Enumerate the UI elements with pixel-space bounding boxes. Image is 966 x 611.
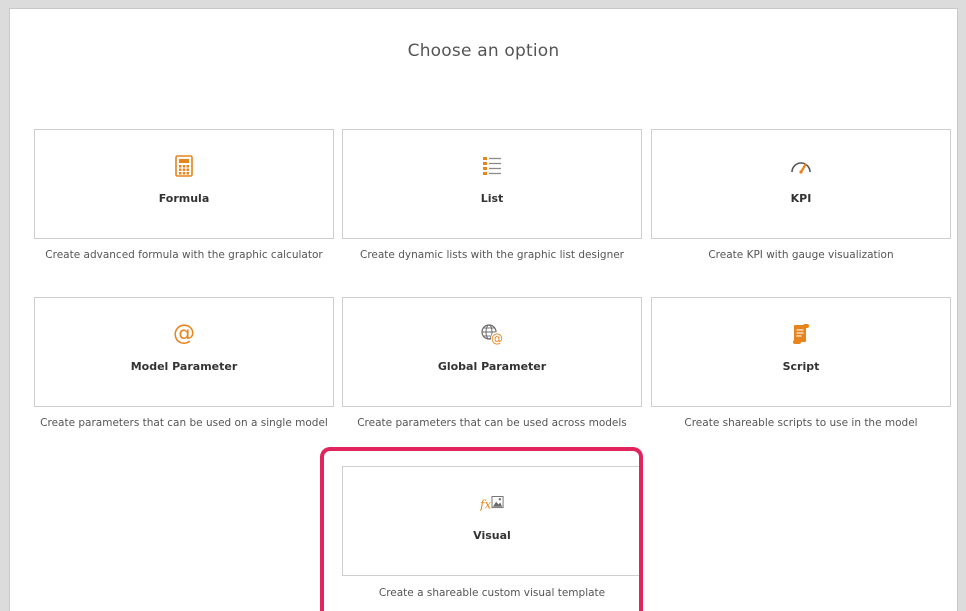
option-description: Create a shareable custom visual templat… (378, 587, 606, 599)
option-script[interactable]: Script (651, 297, 951, 407)
at-sign-icon: @ (173, 321, 195, 346)
option-kpi[interactable]: KPI (651, 129, 951, 239)
option-label: Model Parameter (130, 360, 238, 373)
option-description: Create parameters that can be used on a … (40, 417, 328, 429)
globe-at-icon: @ (480, 322, 504, 346)
option-label: Global Parameter (437, 360, 547, 373)
option-global-parameter[interactable]: @ Global Parameter (342, 297, 642, 407)
script-scroll-icon (789, 322, 813, 346)
option-formula[interactable]: Formula (34, 129, 334, 239)
option-description: Create KPI with gauge visualization (708, 249, 894, 261)
page-title: Choose an option (407, 41, 560, 61)
option-description: Create parameters that can be used acros… (357, 417, 627, 429)
list-icon (480, 154, 504, 178)
option-label: Visual (473, 529, 511, 542)
svg-text:fx: fx (480, 498, 491, 512)
option-label: List (480, 192, 504, 205)
option-description: Create shareable scripts to use in the m… (684, 417, 918, 429)
option-label: Formula (158, 192, 210, 205)
option-model-parameter[interactable]: @ Model Parameter (34, 297, 334, 407)
option-label: KPI (790, 192, 812, 205)
option-visual[interactable]: fx Visual (342, 466, 642, 576)
gauge-icon (789, 154, 813, 178)
svg-text:@: @ (491, 332, 503, 346)
calculator-icon (172, 154, 196, 178)
option-label: Script (782, 360, 820, 373)
choose-option-dialog: Choose an option Formula Create advanced… (9, 8, 958, 611)
option-list[interactable]: List (342, 129, 642, 239)
visual-template-icon: fx (480, 491, 504, 515)
option-description: Create advanced formula with the graphic… (45, 249, 323, 261)
option-description: Create dynamic lists with the graphic li… (360, 249, 624, 261)
